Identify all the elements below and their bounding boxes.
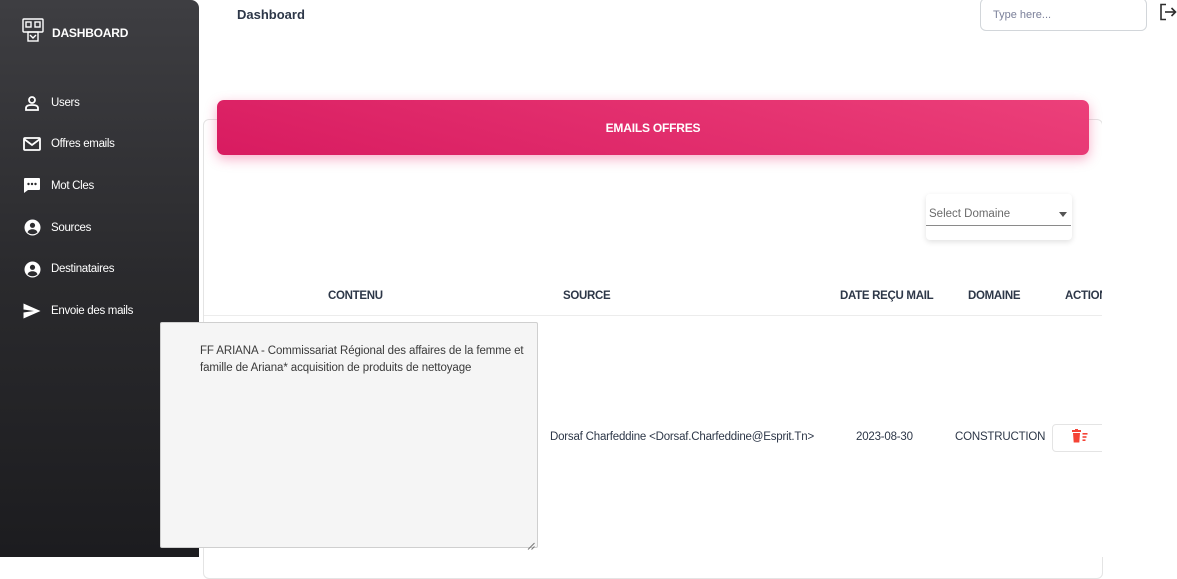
cell-domaine: CONSTRUCTION	[955, 431, 1046, 443]
sidebar-item-label: Mot Cles	[51, 179, 94, 192]
sidebar-item-offres-emails[interactable]: Offres emails	[0, 124, 199, 166]
contenu-textarea[interactable]: FF ARIANA - Commissariat Régional des af…	[160, 322, 538, 550]
user-icon	[22, 93, 42, 113]
delete-icon	[1071, 428, 1089, 448]
column-header-contenu: CONTENU	[328, 290, 383, 302]
logout-icon[interactable]	[1159, 3, 1177, 21]
sidebar-item-label: Offres emails	[51, 138, 115, 151]
column-header-date: DATE REÇU MAIL	[840, 290, 934, 302]
chat-bubble-icon	[22, 176, 42, 196]
cell-source: Dorsaf Charfeddine <Dorsaf.Charfeddine@E…	[550, 431, 814, 443]
account-circle-icon	[22, 259, 42, 279]
search-input[interactable]	[980, 0, 1147, 31]
column-header-domaine: DOMAINE	[968, 290, 1021, 302]
cell-date: 2023-08-30	[856, 431, 913, 443]
sidebar-nav: Users Offres emails Mot Cles Sources Des…	[0, 82, 199, 332]
select-underline	[926, 225, 1071, 226]
overflow-mask	[1102, 120, 1177, 557]
sidebar-item-destinataires[interactable]: Destinataires	[0, 248, 199, 290]
sidebar-item-sources[interactable]: Sources	[0, 207, 199, 249]
page-title: Dashboard	[237, 7, 305, 22]
domaine-select[interactable]: Select Domaine	[926, 194, 1072, 240]
mail-icon	[22, 134, 42, 154]
card-header: EMAILS OFFRES	[217, 100, 1089, 155]
resize-grip-icon[interactable]	[527, 537, 535, 550]
sidebar-item-label: Sources	[51, 221, 92, 234]
column-header-action: ACTION	[1065, 290, 1108, 302]
sidebar-item-users[interactable]: Users	[0, 82, 199, 124]
brand-label: DASHBOARD	[52, 25, 129, 40]
column-header-source: SOURCE	[563, 290, 611, 302]
card-title: EMAILS OFFRES	[605, 120, 701, 135]
sidebar-item-mot-cles[interactable]: Mot Cles	[0, 165, 199, 207]
table-header-divider	[204, 315, 1102, 316]
brand[interactable]: DASHBOARD	[22, 18, 128, 47]
sidebar-item-label: Users	[51, 96, 80, 109]
sidebar-item-label: Destinataires	[51, 263, 115, 276]
dashboard-icon	[22, 18, 44, 47]
sidebar-item-label: Envoie des mails	[51, 304, 134, 317]
send-icon	[22, 301, 42, 321]
delete-button[interactable]	[1052, 424, 1108, 452]
select-value: Select Domaine	[929, 208, 1011, 220]
account-circle-icon	[22, 218, 42, 238]
contenu-text: FF ARIANA - Commissariat Régional des af…	[200, 345, 524, 374]
dropdown-arrow-icon	[1059, 212, 1067, 217]
